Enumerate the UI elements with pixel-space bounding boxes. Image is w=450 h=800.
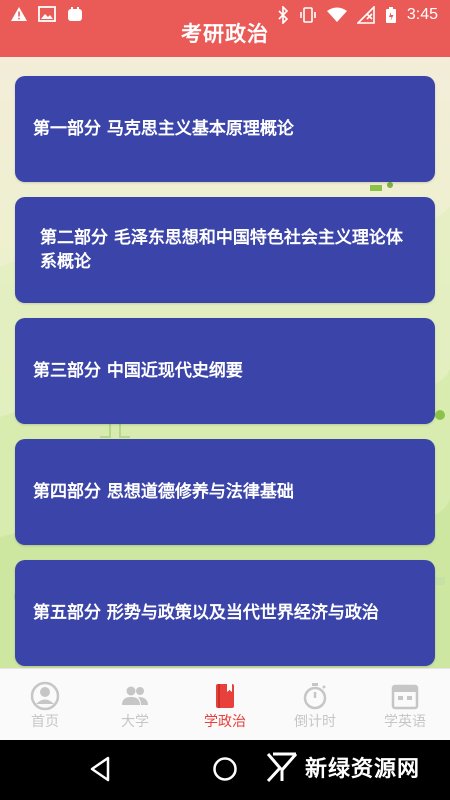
- chapter-card-label: 第三部分 中国近现代史纲要: [33, 361, 243, 381]
- back-icon[interactable]: [88, 756, 112, 782]
- home-icon[interactable]: [212, 756, 238, 782]
- book-icon: [216, 684, 234, 708]
- watermark: 新绿资源网: [265, 750, 420, 784]
- watermark-logo-icon: [266, 752, 298, 783]
- system-nav-bar: 新绿资源网: [0, 740, 450, 800]
- chapter-card-5[interactable]: 第五部分 形势与政策以及当代世界经济与政治: [15, 560, 435, 666]
- nav-item-politics[interactable]: 学政治: [180, 669, 270, 740]
- person-icon: [30, 681, 60, 711]
- nav-item-university[interactable]: 大学: [90, 669, 180, 740]
- nav-item-english[interactable]: 学英语: [360, 669, 450, 740]
- chapter-card-label: 第二部分 毛泽东思想和中国特色社会主义理论体系概论: [40, 228, 403, 272]
- watermark-text: 新绿资源网: [304, 757, 420, 782]
- nav-item-countdown[interactable]: 倒计时: [270, 669, 360, 740]
- nav-item-home[interactable]: 首页: [0, 669, 90, 740]
- chapter-card-label: 第一部分 马克思主义基本原理概论: [33, 119, 294, 139]
- calendar-icon: [391, 684, 419, 710]
- nav-label: 首页: [31, 714, 59, 730]
- chapter-card-4[interactable]: 第四部分 思想道德修养与法律基础: [15, 439, 435, 545]
- content-area[interactable]: 第一部分 马克思主义基本原理概论 第二部分 毛泽东思想和中国特色社会主义理论体系…: [0, 57, 450, 668]
- stopwatch-icon: [303, 683, 327, 710]
- bottom-nav: 首页 大学 学政治 倒计时 学英语: [0, 668, 450, 740]
- page-title: 考研政治: [181, 22, 269, 46]
- nav-label: 学英语: [384, 714, 426, 730]
- nav-label: 大学: [121, 714, 149, 730]
- group-icon: [122, 686, 148, 705]
- nav-label: 倒计时: [294, 714, 336, 730]
- chapter-card-label: 第五部分 形势与政策以及当代世界经济与政治: [33, 603, 379, 623]
- nav-label: 学政治: [204, 714, 246, 730]
- chapter-card-2[interactable]: 第二部分 毛泽东思想和中国特色社会主义理论体系概论: [15, 197, 435, 303]
- chapter-card-3[interactable]: 第三部分 中国近现代史纲要: [15, 318, 435, 424]
- chapter-card-1[interactable]: 第一部分 马克思主义基本原理概论: [15, 76, 435, 182]
- app-header: 3:45 考研政治: [0, 0, 450, 57]
- chapter-card-label: 第四部分 思想道德修养与法律基础: [33, 482, 294, 502]
